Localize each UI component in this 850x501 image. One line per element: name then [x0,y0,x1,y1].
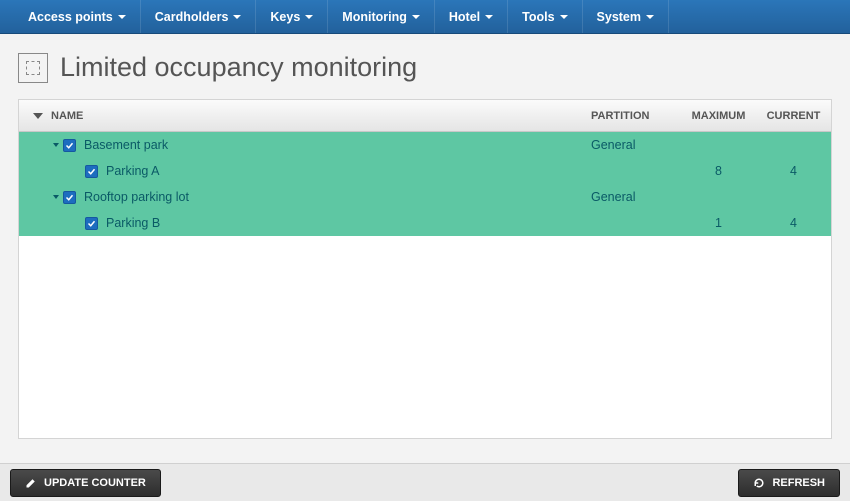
row-name: Parking A [106,164,160,178]
chevron-down-icon [305,15,313,19]
nav-item-keys[interactable]: Keys [256,0,328,33]
column-header-current[interactable]: CURRENT [756,110,831,122]
nav-label: Hotel [449,10,480,24]
nav-label: Cardholders [155,10,229,24]
nav-item-cardholders[interactable]: Cardholders [141,0,257,33]
chevron-down-icon [412,15,420,19]
nav-item-hotel[interactable]: Hotel [435,0,508,33]
table-row[interactable]: Parking A 8 4 [19,158,831,184]
nav-label: Monitoring [342,10,407,24]
tree-caret-icon[interactable] [53,195,59,199]
column-header-partition[interactable]: PARTITION [591,110,681,122]
row-partition: General [591,190,681,204]
column-header-name[interactable]: NAME [19,110,591,122]
sort-chevron-icon [33,113,43,119]
table-row[interactable]: Basement park General [19,132,831,158]
nav-item-monitoring[interactable]: Monitoring [328,0,435,33]
column-label: CURRENT [767,110,821,122]
row-name: Parking B [106,216,160,230]
refresh-button[interactable]: REFRESH [738,469,840,497]
table-header-row: NAME PARTITION MAXIMUM CURRENT [19,100,831,132]
row-checkbox[interactable] [63,139,76,152]
row-maximum: 1 [681,216,756,230]
nav-label: Keys [270,10,300,24]
bottom-toolbar: UPDATE COUNTER REFRESH [0,463,850,501]
pencil-icon [25,477,37,489]
column-header-maximum[interactable]: MAXIMUM [681,110,756,122]
column-label: NAME [51,110,83,122]
chevron-down-icon [233,15,241,19]
chevron-down-icon [646,15,654,19]
row-checkbox[interactable] [85,165,98,178]
chevron-down-icon [485,15,493,19]
nav-label: Tools [522,10,554,24]
tree-caret-icon[interactable] [53,143,59,147]
row-partition: General [591,138,681,152]
table-row[interactable]: Rooftop parking lot General [19,184,831,210]
button-label: UPDATE COUNTER [44,477,146,489]
nav-item-system[interactable]: System [583,0,669,33]
page-header: Limited occupancy monitoring [0,34,850,99]
button-label: REFRESH [772,477,825,489]
table-row[interactable]: Parking B 1 4 [19,210,831,236]
update-counter-button[interactable]: UPDATE COUNTER [10,469,161,497]
row-checkbox[interactable] [85,217,98,230]
row-maximum: 8 [681,164,756,178]
nav-item-access-points[interactable]: Access points [0,0,141,33]
chevron-down-icon [118,15,126,19]
nav-label: System [597,10,641,24]
row-name: Basement park [84,138,168,152]
chevron-down-icon [560,15,568,19]
occupancy-table: NAME PARTITION MAXIMUM CURRENT Basement … [18,99,832,439]
row-checkbox[interactable] [63,191,76,204]
row-current: 4 [756,216,831,230]
monitoring-icon [18,53,48,83]
row-current: 4 [756,164,831,178]
row-name: Rooftop parking lot [84,190,189,204]
page-title: Limited occupancy monitoring [60,52,417,83]
refresh-icon [753,477,765,489]
column-label: MAXIMUM [692,110,746,122]
column-label: PARTITION [591,110,649,122]
nav-label: Access points [28,10,113,24]
nav-item-tools[interactable]: Tools [508,0,582,33]
top-nav: Access points Cardholders Keys Monitorin… [0,0,850,34]
